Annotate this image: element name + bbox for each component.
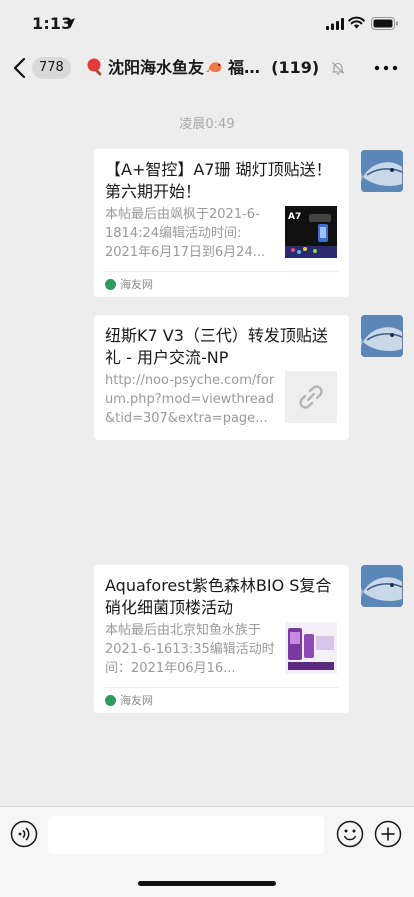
link-card[interactable]: 纽斯K7 V3（三代）转发顶贴送礼 - 用户交流-NP http://noo-p… — [94, 315, 349, 440]
link-card[interactable]: Aquaforest紫色森林BIO S复合硝化细菌顶楼活动 本帖最后由北京知鱼水… — [94, 565, 349, 713]
source-label: 海友网 — [120, 694, 153, 707]
card-thumbnail — [285, 371, 337, 423]
chat-title: 沈阳海水鱼友 福… (119) — [86, 56, 342, 80]
card-footer: 海友网 — [105, 687, 338, 714]
source-app-icon — [105, 695, 116, 706]
card-footer: 海友网 — [105, 271, 338, 298]
link-icon — [299, 385, 323, 409]
home-indicator[interactable] — [138, 881, 276, 886]
fish-avatar-icon — [361, 315, 403, 357]
signal-icon — [326, 18, 344, 30]
fish-avatar-icon — [361, 150, 403, 192]
unread-count-badge[interactable]: 778 — [32, 57, 71, 79]
member-count: (119) — [271, 58, 320, 77]
more-functions-button[interactable] — [374, 820, 402, 848]
card-thumbnail: A7 — [285, 206, 337, 258]
card-title: 【A+智控】A7珊 瑚灯顶贴送！第六期开始！ — [105, 160, 332, 201]
fish-avatar-icon — [361, 565, 403, 607]
message-input[interactable] — [48, 816, 324, 854]
more-options-icon[interactable] — [374, 62, 398, 74]
source-label: 海友网 — [120, 278, 153, 291]
voice-input-button[interactable] — [10, 820, 38, 848]
source-app-icon — [105, 279, 116, 290]
emoji-button[interactable] — [336, 820, 364, 848]
chat-title-rest: 福… — [228, 58, 261, 77]
sender-avatar[interactable] — [361, 150, 403, 192]
status-bar: 1:13 — [0, 0, 414, 48]
mute-bell-icon — [331, 62, 345, 75]
thumbnail-label: A7 — [288, 212, 301, 222]
location-arrow-icon — [65, 18, 75, 28]
chat-timestamp: 凌晨0:49 — [179, 117, 235, 132]
card-title: 纽斯K7 V3（三代）转发顶贴送礼 - 用户交流-NP — [105, 326, 328, 367]
battery-icon — [371, 17, 398, 30]
card-description: 本帖最后由北京知鱼水族于2021-6-1613:35编辑活动时间：2021年06… — [105, 623, 275, 676]
chat-title-name: 沈阳海水鱼友 — [108, 58, 205, 77]
ping-pong-emoji-icon — [87, 58, 105, 76]
shrimp-emoji-icon — [206, 62, 222, 73]
chat-header: 778 沈阳海水鱼友 福… (119) — [0, 48, 414, 88]
card-thumbnail — [285, 622, 337, 674]
card-title: Aquaforest紫色森林BIO S复合硝化细菌顶楼活动 — [105, 576, 332, 617]
back-chevron-icon[interactable] — [12, 57, 28, 79]
card-description: http://noo-psyche.com/forum.php?mod=view… — [105, 373, 275, 426]
sender-avatar[interactable] — [361, 565, 403, 607]
wifi-icon — [348, 16, 365, 29]
sender-avatar[interactable] — [361, 315, 403, 357]
card-description: 本帖最后由飒枫于2021-6-1814:24编辑活动时间: 2021年6月17日… — [105, 207, 266, 260]
link-card[interactable]: 【A+智控】A7珊 瑚灯顶贴送！第六期开始！ 本帖最后由飒枫于2021-6-18… — [94, 149, 349, 297]
